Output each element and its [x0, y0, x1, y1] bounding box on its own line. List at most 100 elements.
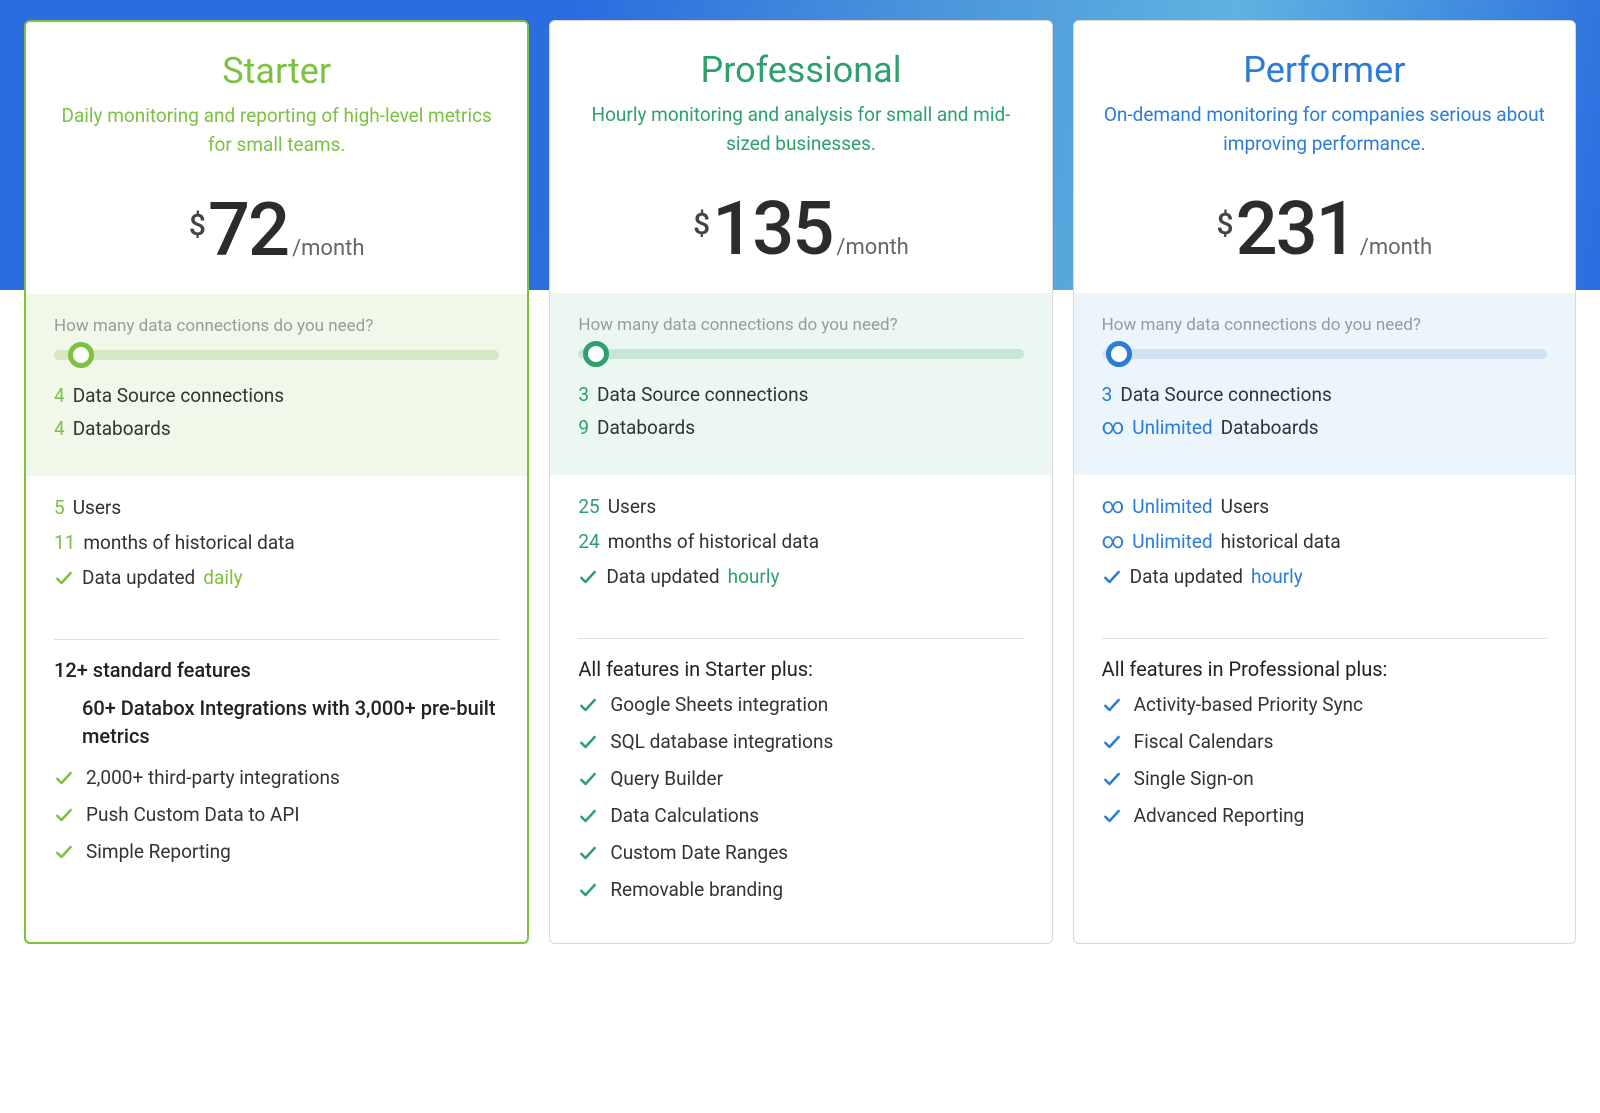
- plan-card-professional: Professional Hourly monitoring and analy…: [549, 20, 1052, 944]
- update-prefix: Data updated: [606, 565, 719, 588]
- history-line: 24 months of historical data: [578, 530, 1023, 553]
- connections-value: 4: [54, 384, 65, 407]
- currency-symbol: $: [693, 207, 710, 242]
- connections-value: 3: [578, 383, 589, 406]
- feature-text: Removable branding: [610, 878, 783, 901]
- feature-item: Data Calculations: [578, 804, 1023, 827]
- plan-price: $ 231 /month: [1098, 186, 1551, 273]
- feature-text: Query Builder: [610, 767, 723, 790]
- feature-item: Custom Date Ranges: [578, 841, 1023, 864]
- plan-header: Starter Daily monitoring and reporting o…: [26, 22, 527, 294]
- infinity-icon: ∞: [1102, 531, 1125, 553]
- slider-question: How many data connections do you need?: [1102, 315, 1547, 335]
- slider-question: How many data connections do you need?: [578, 315, 1023, 335]
- feature-text: Simple Reporting: [86, 840, 231, 863]
- feature-item: Query Builder: [578, 767, 1023, 790]
- feature-item: Push Custom Data to API: [54, 803, 499, 826]
- history-value: 11: [54, 531, 75, 554]
- history-value: 24: [578, 530, 599, 553]
- check-icon: [578, 567, 598, 587]
- plan-card-starter: Starter Daily monitoring and reporting o…: [24, 20, 529, 944]
- users-line: ∞ Unlimited Users: [1102, 495, 1547, 518]
- check-icon: [1102, 806, 1122, 826]
- divider: [1102, 638, 1547, 639]
- feature-text: Advanced Reporting: [1134, 804, 1305, 827]
- update-line: Data updated hourly: [1102, 565, 1547, 588]
- update-line: Data updated daily: [54, 566, 499, 589]
- check-icon: [578, 806, 598, 826]
- slider-panel: How many data connections do you need? 3…: [1074, 293, 1575, 475]
- slider-thumb[interactable]: [68, 342, 94, 368]
- users-label: Users: [73, 496, 121, 519]
- plan-description: Daily monitoring and reporting of high-l…: [50, 102, 503, 159]
- slider-panel: How many data connections do you need? 3…: [550, 293, 1051, 475]
- slider-thumb[interactable]: [583, 341, 609, 367]
- slider-question: How many data connections do you need?: [54, 316, 499, 336]
- users-label: Users: [1221, 495, 1269, 518]
- price-period: /month: [836, 235, 908, 260]
- feature-text: Activity-based Priority Sync: [1134, 693, 1363, 716]
- specs-section: ∞ Unlimited Users ∞ Unlimited historical…: [1074, 475, 1575, 620]
- feature-text: Custom Date Ranges: [610, 841, 788, 864]
- price-period: /month: [292, 236, 364, 261]
- users-line: 25 Users: [578, 495, 1023, 518]
- history-line: 11 months of historical data: [54, 531, 499, 554]
- connections-slider[interactable]: [1102, 349, 1547, 359]
- history-label: historical data: [1221, 530, 1341, 553]
- feature-text: Data Calculations: [610, 804, 759, 827]
- feature-text: Push Custom Data to API: [86, 803, 300, 826]
- plan-name: Performer: [1098, 49, 1551, 91]
- feature-list: Activity-based Priority Sync Fiscal Cale…: [1074, 693, 1575, 869]
- feature-item: Removable branding: [578, 878, 1023, 901]
- plan-name: Starter: [50, 50, 503, 92]
- feature-item: Single Sign-on: [1102, 767, 1547, 790]
- check-icon: [578, 769, 598, 789]
- feature-item: Advanced Reporting: [1102, 804, 1547, 827]
- currency-symbol: $: [189, 208, 206, 243]
- check-icon: [54, 805, 74, 825]
- feature-item: Google Sheets integration: [578, 693, 1023, 716]
- plan-header: Professional Hourly monitoring and analy…: [550, 21, 1051, 293]
- feature-heading: All features in Professional plus:: [1074, 657, 1575, 681]
- feature-item: 2,000+ third-party integrations: [54, 766, 499, 789]
- update-freq: hourly: [728, 565, 780, 588]
- check-icon: [54, 568, 74, 588]
- feature-text: SQL database integrations: [610, 730, 833, 753]
- price-amount: 72: [208, 187, 288, 274]
- slider-thumb[interactable]: [1106, 341, 1132, 367]
- check-icon: [1102, 732, 1122, 752]
- users-value: 5: [54, 496, 65, 519]
- connections-line: 4 Data Source connections: [54, 384, 499, 407]
- currency-symbol: $: [1217, 207, 1234, 242]
- price-amount: 231: [1236, 186, 1356, 273]
- users-label: Users: [608, 495, 656, 518]
- check-icon: [578, 732, 598, 752]
- check-icon: [54, 842, 74, 862]
- plan-card-performer: Performer On-demand monitoring for compa…: [1073, 20, 1576, 944]
- infinity-icon: ∞: [1102, 496, 1125, 518]
- unlimited-label: Unlimited: [1132, 530, 1212, 553]
- check-icon: [54, 768, 74, 788]
- divider: [578, 638, 1023, 639]
- feature-text: 2,000+ third-party integrations: [86, 766, 340, 789]
- unlimited-label: Unlimited: [1132, 416, 1212, 439]
- price-period: /month: [1360, 235, 1432, 260]
- databoards-line: 9 Databoards: [578, 416, 1023, 439]
- databoards-line: 4 Databoards: [54, 417, 499, 440]
- feature-heading-a: 12+ standard features: [26, 658, 527, 682]
- connections-slider[interactable]: [54, 350, 499, 360]
- feature-item: Activity-based Priority Sync: [1102, 693, 1547, 716]
- slider-panel: How many data connections do you need? 4…: [26, 294, 527, 476]
- feature-list: 2,000+ third-party integrations Push Cus…: [26, 766, 527, 905]
- feature-list: Google Sheets integration SQL database i…: [550, 693, 1051, 943]
- infinity-icon: ∞: [1102, 417, 1125, 439]
- connections-slider[interactable]: [578, 349, 1023, 359]
- update-line: Data updated hourly: [578, 565, 1023, 588]
- history-label: months of historical data: [608, 530, 819, 553]
- databoards-line: ∞ Unlimited Databoards: [1102, 416, 1547, 439]
- feature-heading-b: 60+ Databox Integrations with 3,000+ pre…: [26, 694, 527, 750]
- connections-label: Data Source connections: [597, 383, 808, 406]
- connections-line: 3 Data Source connections: [1102, 383, 1547, 406]
- check-icon: [578, 880, 598, 900]
- plan-name: Professional: [574, 49, 1027, 91]
